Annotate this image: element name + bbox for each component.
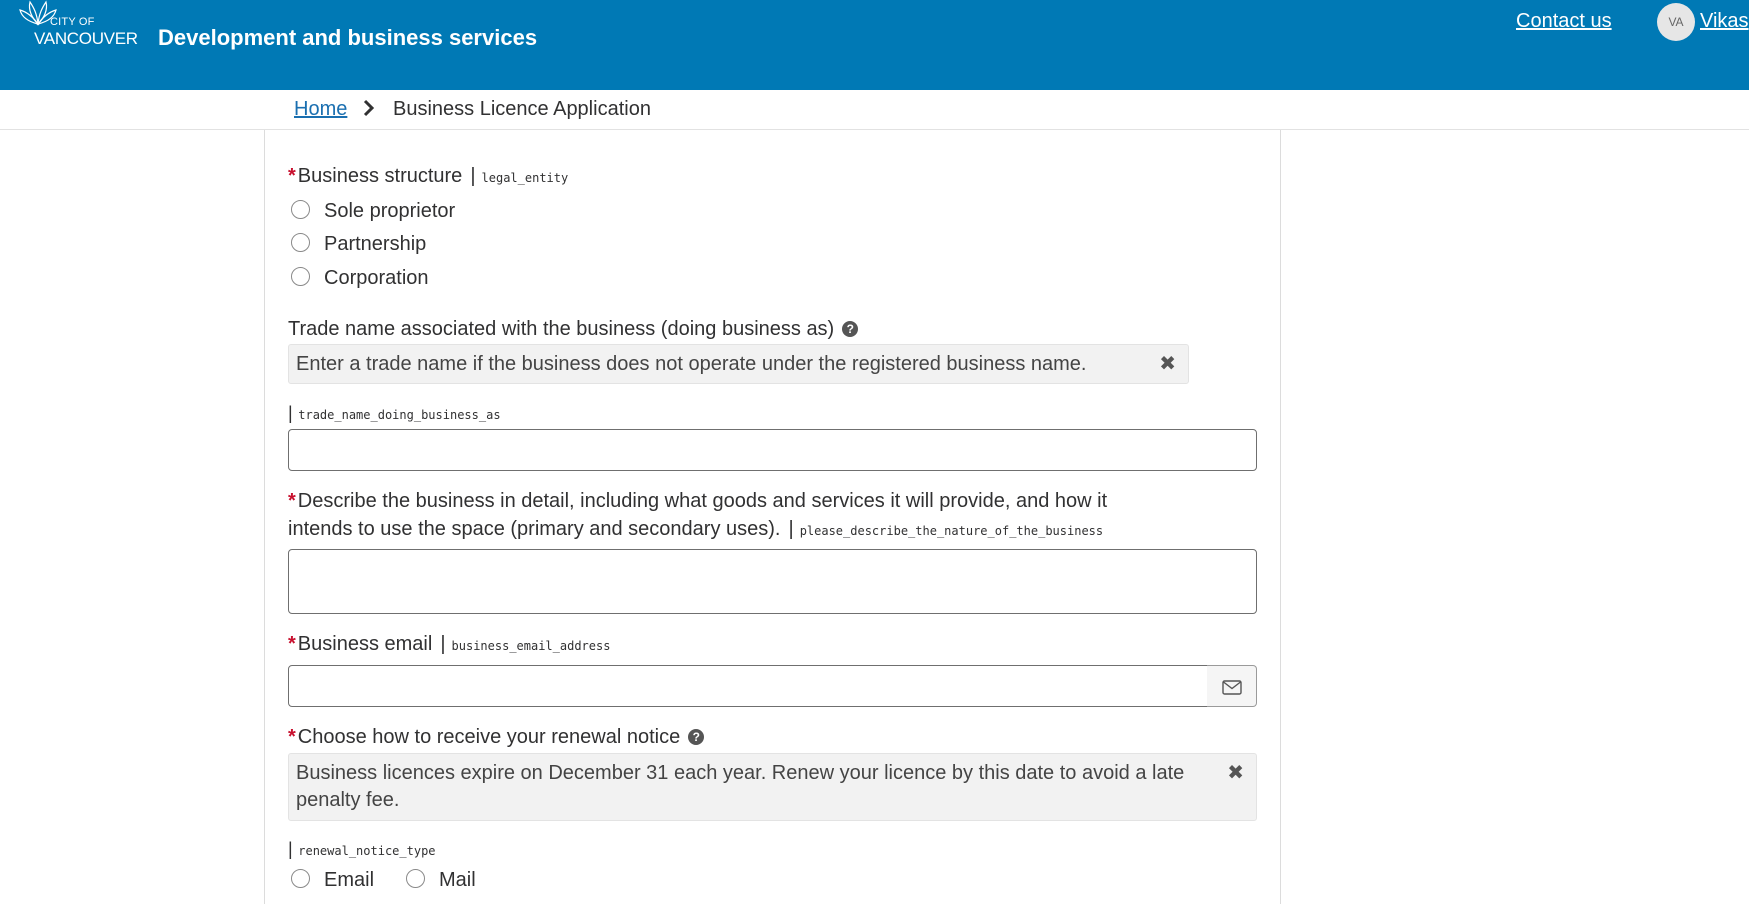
required-marker: * (288, 633, 296, 655)
description-textarea[interactable] (288, 549, 1257, 614)
radio-label-mail: Mail (439, 869, 476, 891)
renewal-key-label: | renewal_notice_type (288, 839, 436, 859)
trade-name-input[interactable] (288, 429, 1257, 471)
radio-email[interactable] (291, 869, 310, 888)
radio-label-corporation: Corporation (324, 267, 429, 289)
required-marker: * (288, 726, 296, 748)
help-icon[interactable]: ? (688, 729, 705, 745)
trade-name-help-text: Enter a trade name if the business does … (296, 353, 1087, 375)
radio-corporation[interactable] (291, 267, 310, 286)
required-marker: * (288, 490, 296, 512)
radio-label-partnership: Partnership (324, 233, 427, 255)
breadcrumb-home-link[interactable]: Home (294, 98, 347, 121)
breadcrumb: Home Business Licence Application (0, 90, 1749, 130)
help-icon[interactable]: ? (842, 321, 859, 337)
field-key: please_describe_the_nature_of_the_busine… (799, 524, 1104, 538)
radio-partnership[interactable] (291, 233, 310, 252)
field-key: trade_name_doing_business_as (298, 408, 501, 422)
close-icon[interactable]: ✖ (1227, 760, 1244, 787)
description-label-line1: * Describe the business in detail, includ… (288, 490, 1108, 512)
contact-us-link[interactable]: Contact us (1516, 10, 1612, 33)
logo-vancouver-text: VANCOUVER (34, 29, 138, 48)
trade-name-label: Trade name associated with the business … (288, 318, 859, 341)
description-label-line2: intends to use the space (primary and se… (288, 518, 1104, 540)
business-email-input[interactable] (288, 665, 1208, 707)
field-key: business_email_address (451, 639, 611, 653)
envelope-icon (1222, 680, 1242, 695)
renewal-help-box: Business licences expire on December 31 … (288, 753, 1257, 821)
business-structure-label: * Business structure | legal_entity (288, 165, 569, 187)
renewal-help-text: Business licences expire on December 31 … (296, 762, 1185, 811)
site-header: CITY OF VANCOUVER Development and busine… (0, 0, 1749, 90)
email-addon (1207, 665, 1257, 707)
renewal-notice-label: * Choose how to receive your renewal noti… (288, 726, 705, 749)
required-marker: * (288, 165, 296, 187)
logo-city-text: CITY OF (50, 16, 95, 28)
trade-name-help-box: Enter a trade name if the business does … (288, 344, 1189, 384)
app-title: Development and business services (158, 25, 538, 50)
trade-name-key-label: | trade_name_doing_business_as (288, 403, 501, 423)
radio-label-email: Email (324, 869, 375, 891)
radio-sole-proprietor[interactable] (291, 200, 310, 219)
radio-label-sole-proprietor: Sole proprietor (324, 200, 456, 222)
breadcrumb-current: Business Licence Application (393, 98, 651, 120)
field-key: legal_entity (481, 171, 569, 185)
field-key: renewal_notice_type (298, 844, 436, 858)
user-name-link[interactable]: Vikas (1700, 10, 1749, 33)
chevron-right-icon (363, 99, 375, 122)
avatar[interactable]: VA (1657, 3, 1695, 41)
city-of-vancouver-logo[interactable]: CITY OF VANCOUVER (18, 0, 146, 50)
business-email-label: * Business email | business_email_address (288, 633, 611, 655)
close-icon[interactable]: ✖ (1159, 351, 1176, 378)
radio-mail[interactable] (406, 869, 425, 888)
